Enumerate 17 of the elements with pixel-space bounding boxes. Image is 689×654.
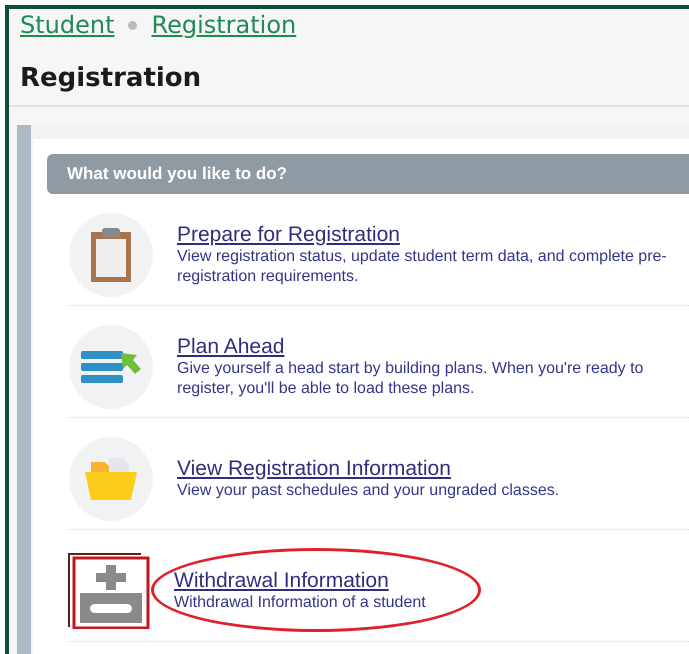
option-description: Give yourself a head start by building plans. When you're ready to register, you'll be able to load these plans. <box>177 358 644 398</box>
option-link[interactable]: Prepare for Registration <box>177 222 689 246</box>
breadcrumb-link[interactable]: Registration <box>151 11 296 39</box>
section-heading: What would you like to do? <box>47 154 689 194</box>
breadcrumb-link[interactable]: Student <box>20 11 114 39</box>
option-description: Withdrawal Information of a student <box>174 592 426 612</box>
option-description: View your past schedules and your ungraded classes. <box>177 480 560 500</box>
option-link[interactable]: View Registration Information <box>177 456 560 480</box>
list-arrow-icon <box>79 348 143 384</box>
clipboard-icon <box>89 226 133 284</box>
plus-minus-icon <box>68 552 150 628</box>
folder-icon <box>83 456 139 502</box>
page-title: Registration <box>9 63 689 107</box>
breadcrumb-separator-icon <box>128 20 138 30</box>
option-link[interactable]: Plan Ahead <box>177 334 689 358</box>
option-link[interactable]: Withdrawal Information <box>174 568 426 592</box>
option-description: View registration status, update student term data, and complete pre-registration requirements. <box>177 246 668 286</box>
